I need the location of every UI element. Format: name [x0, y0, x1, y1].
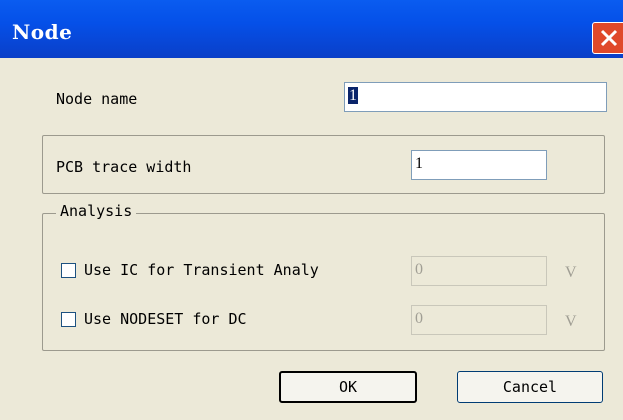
ok-button[interactable]: OK: [279, 371, 417, 403]
node-name-input[interactable]: 1: [344, 82, 607, 112]
cancel-button[interactable]: Cancel: [457, 371, 603, 403]
analysis-legend: Analysis: [56, 202, 137, 220]
close-icon: [600, 29, 618, 47]
nodeset-value-input[interactable]: 0: [411, 305, 547, 335]
node-name-value: 1: [348, 87, 358, 104]
ic-label: Use IC for Transient Analy: [84, 261, 319, 279]
pcb-trace-input[interactable]: 1: [411, 150, 547, 180]
nodeset-unit: V: [565, 313, 577, 330]
title-bar[interactable]: Node: [0, 0, 623, 58]
dialog-body: Node name 1 PCB trace width 1 Analysis U…: [0, 58, 623, 420]
nodeset-label: Use NODESET for DC: [84, 310, 247, 328]
window-title: Node: [12, 20, 73, 44]
nodeset-checkbox[interactable]: [61, 312, 76, 327]
node-name-label: Node name: [56, 90, 138, 108]
ic-unit: V: [565, 264, 577, 281]
ic-value-input[interactable]: 0: [411, 256, 547, 286]
close-button[interactable]: [592, 22, 623, 54]
ic-checkbox[interactable]: [61, 263, 76, 278]
node-dialog: Node Node name 1 PCB trace width 1 Analy…: [0, 0, 623, 420]
pcb-trace-label: PCB trace width: [56, 158, 192, 176]
